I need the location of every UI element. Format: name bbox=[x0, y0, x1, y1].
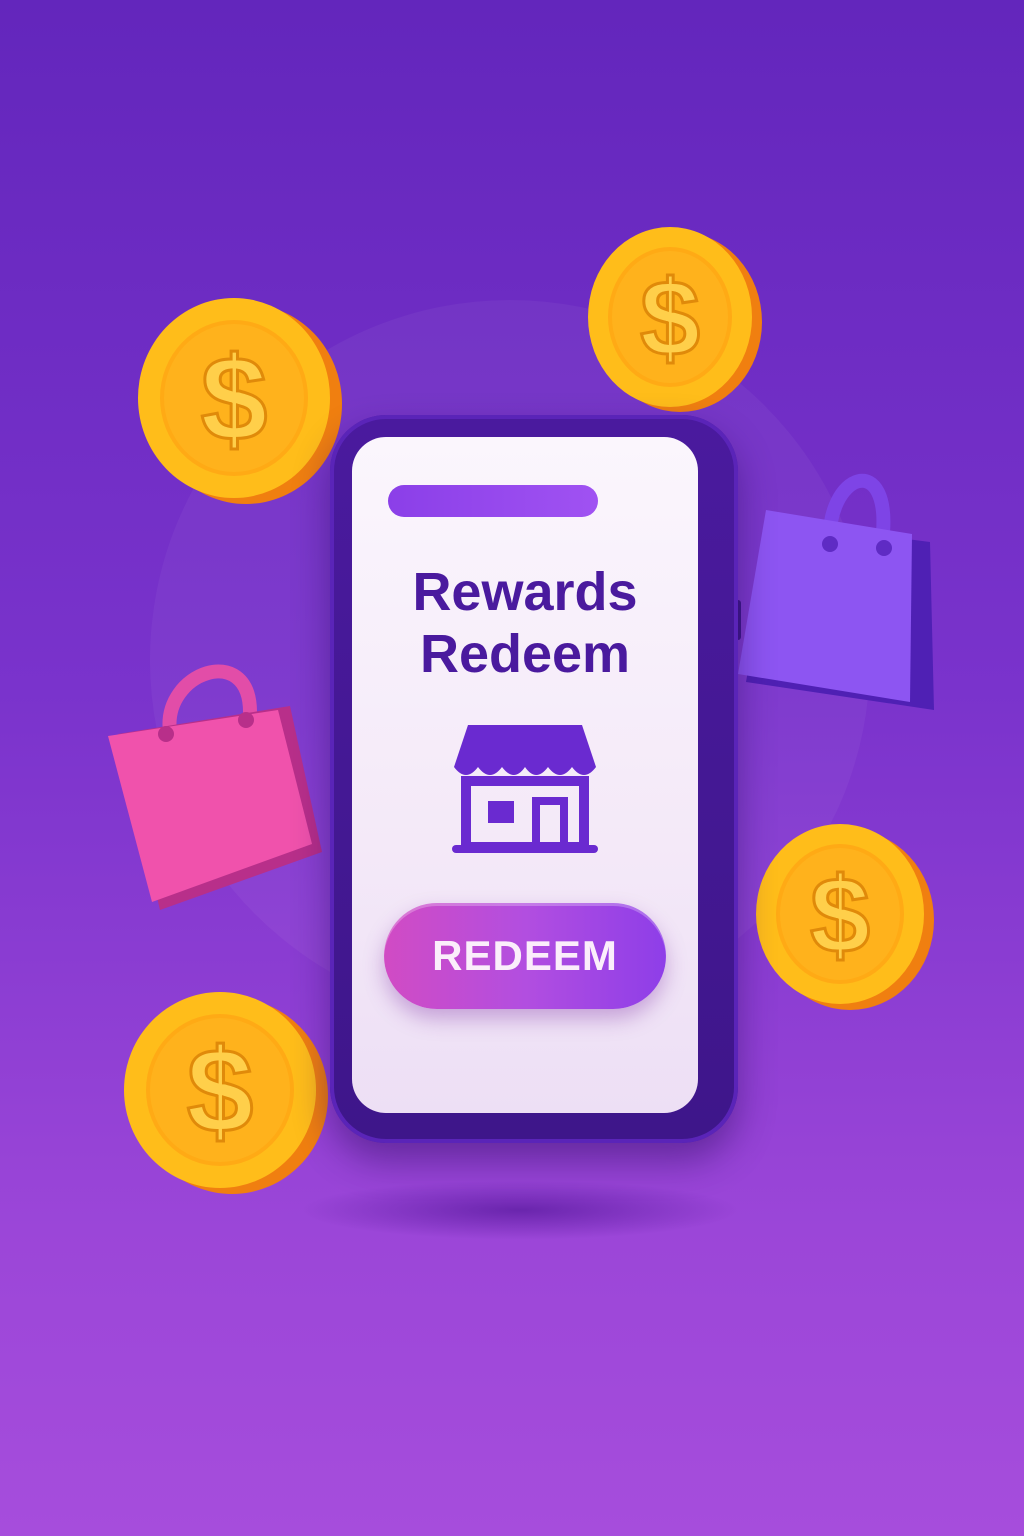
redeem-button[interactable]: REDEEM bbox=[384, 903, 666, 1009]
dollar-coin-icon: $ bbox=[124, 992, 328, 1194]
dollar-coin-icon: $ bbox=[138, 298, 342, 504]
header-bar bbox=[388, 485, 598, 517]
svg-text:$: $ bbox=[201, 332, 268, 466]
shopping-bag-icon bbox=[108, 664, 322, 910]
shopping-bag-icon bbox=[738, 473, 934, 710]
phone-screen: Rewards Redeem REDEEM bbox=[352, 437, 698, 1113]
svg-text:$: $ bbox=[810, 854, 870, 975]
title-line-2: Redeem bbox=[419, 624, 631, 684]
page-title: Rewards Redeem bbox=[352, 561, 698, 685]
title-line-1: Rewards bbox=[412, 562, 638, 622]
store-icon bbox=[452, 725, 598, 853]
dollar-coin-icon: $ bbox=[588, 227, 762, 412]
dollar-coin-icon: $ bbox=[756, 824, 934, 1010]
svg-text:$: $ bbox=[187, 1024, 254, 1158]
phone-frame: Rewards Redeem REDEEM bbox=[330, 415, 738, 1143]
phone-shadow bbox=[300, 1180, 740, 1240]
svg-text:$: $ bbox=[640, 257, 700, 378]
